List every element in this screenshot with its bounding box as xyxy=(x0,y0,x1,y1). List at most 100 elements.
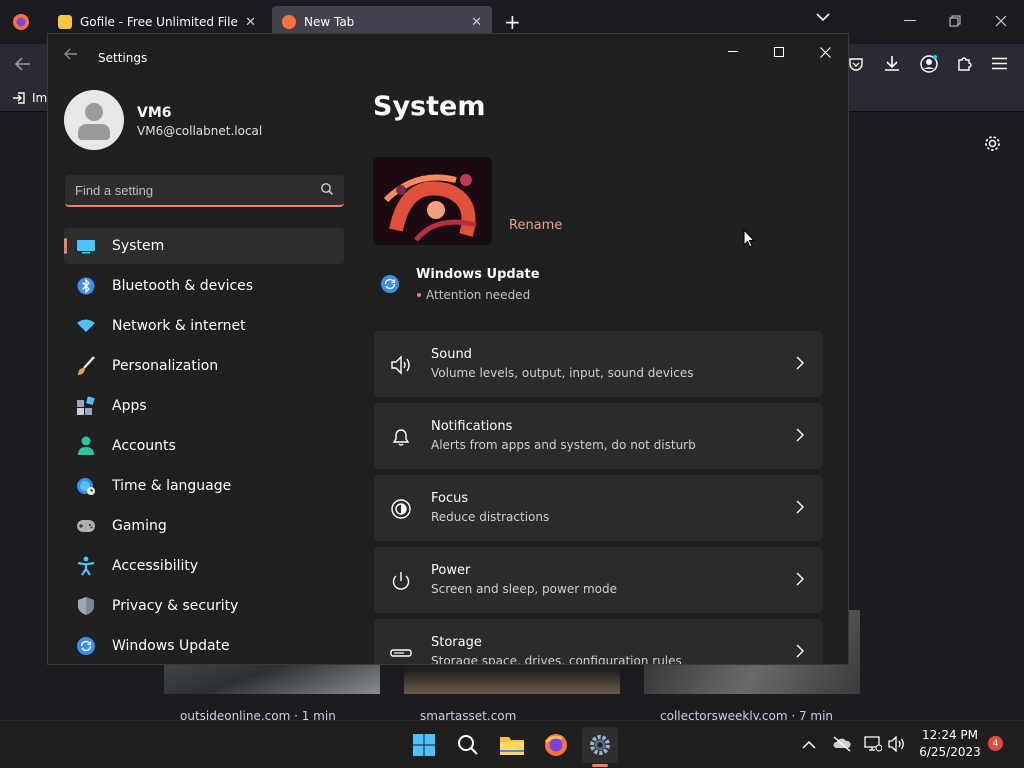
close-tab-icon[interactable]: ✕ xyxy=(471,15,482,30)
setting-row-storage[interactable]: Storage Storage space, drives, configura… xyxy=(374,619,823,665)
rename-link[interactable]: Rename xyxy=(509,218,562,233)
search-input[interactable] xyxy=(75,175,305,205)
row-subtitle: Reduce distractions xyxy=(431,510,550,524)
speaker-icon xyxy=(391,355,410,375)
close-button[interactable] xyxy=(813,42,837,62)
nav-label: Windows Update xyxy=(112,638,230,654)
minimize-icon[interactable] xyxy=(904,20,916,22)
active-indicator xyxy=(592,764,608,767)
back-icon[interactable] xyxy=(15,57,31,71)
avatar[interactable] xyxy=(64,90,124,150)
nav-label: Privacy & security xyxy=(112,598,239,614)
tab-title: Gofile - Free Unlimited File Sha xyxy=(80,15,239,29)
nav-label: Apps xyxy=(112,398,147,414)
firefox-icon xyxy=(544,734,567,756)
nav-item-time-language[interactable]: Time & language xyxy=(64,468,344,504)
gofile-favicon-icon xyxy=(58,15,72,29)
power-icon xyxy=(392,572,410,590)
firefox-icon[interactable] xyxy=(12,13,30,31)
extensions-icon[interactable] xyxy=(956,55,973,72)
window-title: Settings xyxy=(98,51,148,65)
taskbar xyxy=(0,720,1024,768)
maximize-icon xyxy=(774,47,784,57)
nav-item-network[interactable]: Network & internet xyxy=(64,308,344,344)
minimize-button[interactable] xyxy=(721,42,745,62)
close-icon xyxy=(819,46,831,58)
minimize-icon xyxy=(728,51,738,52)
desktop-wallpaper-preview[interactable] xyxy=(373,157,492,245)
row-title: Focus xyxy=(431,491,469,506)
chevron-right-icon xyxy=(796,644,804,658)
setting-row-notifications[interactable]: Notifications Alerts from apps and syste… xyxy=(374,403,823,469)
nav-item-privacy[interactable]: Privacy & security xyxy=(64,588,344,624)
gear-icon xyxy=(590,735,610,755)
nav-label: Bluetooth & devices xyxy=(112,278,254,294)
windows-update-status: Attention needed xyxy=(426,288,531,302)
accessibility-icon xyxy=(76,556,96,576)
row-subtitle: Screen and sleep, power mode xyxy=(431,582,617,596)
chevron-down-icon[interactable] xyxy=(816,12,830,22)
restore-icon[interactable] xyxy=(949,15,961,27)
close-tab-icon[interactable]: ✕ xyxy=(245,15,256,30)
back-arrow-icon[interactable] xyxy=(64,48,78,60)
windows-update-title[interactable]: Windows Update xyxy=(416,267,540,282)
nav-item-apps[interactable]: Apps xyxy=(64,388,344,424)
row-title: Power xyxy=(431,563,471,578)
search-icon[interactable] xyxy=(320,182,334,196)
close-icon[interactable] xyxy=(995,15,1007,27)
nav-item-windows-update[interactable]: Windows Update xyxy=(64,628,344,664)
firefox-taskbar-button[interactable] xyxy=(538,727,574,763)
brush-icon xyxy=(76,356,96,376)
nav-label: Accounts xyxy=(112,438,176,454)
chevron-right-icon xyxy=(796,572,804,586)
clock-time[interactable]: 12:24 PM xyxy=(910,728,990,742)
onedrive-offline-icon[interactable] xyxy=(832,736,852,752)
settings-taskbar-button[interactable] xyxy=(582,727,618,767)
page-title: System xyxy=(373,91,486,122)
avatar-head xyxy=(85,103,103,121)
hamburger-menu-icon[interactable] xyxy=(992,57,1007,70)
volume-icon[interactable] xyxy=(888,736,906,752)
nav-label: System xyxy=(112,238,165,254)
account-icon[interactable] xyxy=(920,55,938,73)
nav-label: Time & language xyxy=(112,478,232,494)
nav-item-accounts[interactable]: Accounts xyxy=(64,428,344,464)
file-explorer-button[interactable] xyxy=(494,727,530,763)
notification-badge[interactable]: 4 xyxy=(988,736,1003,751)
row-title: Notifications xyxy=(431,419,513,434)
nav-item-gaming[interactable]: Gaming xyxy=(64,508,344,544)
clock-date[interactable]: 6/25/2023 xyxy=(910,745,990,759)
settings-window: Settings VM6 VM6@collabnet.local System … xyxy=(47,33,849,665)
row-title: Sound xyxy=(431,347,472,362)
setting-row-sound[interactable]: Sound Volume levels, output, input, soun… xyxy=(374,331,823,397)
nav-item-personalization[interactable]: Personalization xyxy=(64,348,344,384)
row-title: Storage xyxy=(431,635,482,650)
nav-label: Accessibility xyxy=(112,558,199,574)
focus-icon xyxy=(391,499,411,519)
new-tab-button[interactable]: + xyxy=(504,10,521,34)
search-box[interactable] xyxy=(65,175,344,207)
search-icon xyxy=(458,735,478,755)
downloads-icon[interactable] xyxy=(884,55,900,72)
nav-item-accessibility[interactable]: Accessibility xyxy=(64,548,344,584)
bell-icon xyxy=(392,429,410,446)
chevron-up-icon[interactable] xyxy=(802,740,816,749)
nav-item-system[interactable]: System xyxy=(64,228,344,264)
taskbar-search-button[interactable] xyxy=(450,727,486,763)
tab-title: New Tab xyxy=(304,15,355,29)
maximize-button[interactable] xyxy=(767,42,791,62)
pocket-icon[interactable] xyxy=(848,56,864,72)
network-icon[interactable] xyxy=(864,736,882,752)
setting-row-power[interactable]: Power Screen and sleep, power mode xyxy=(374,547,823,613)
chevron-right-icon xyxy=(796,428,804,442)
nav-label: Gaming xyxy=(112,518,167,534)
nav-label: Personalization xyxy=(112,358,219,374)
setting-row-focus[interactable]: Focus Reduce distractions xyxy=(374,475,823,541)
chevron-right-icon xyxy=(796,500,804,514)
gamepad-icon xyxy=(76,516,96,536)
nav-item-bluetooth[interactable]: Bluetooth & devices xyxy=(64,268,344,304)
row-subtitle: Storage space, drives, configuration rul… xyxy=(431,654,682,665)
gear-icon[interactable] xyxy=(984,135,1001,152)
start-button[interactable] xyxy=(406,727,442,763)
import-icon[interactable] xyxy=(12,91,26,105)
